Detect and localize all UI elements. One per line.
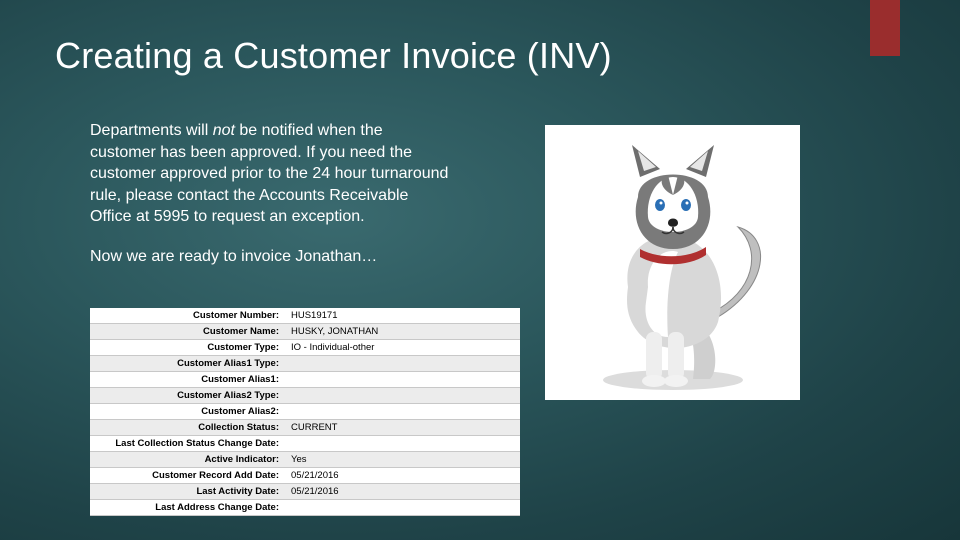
- row-label: Customer Number:: [90, 308, 285, 324]
- row-value: IO - Individual-other: [285, 340, 520, 356]
- customer-info-tbody: Customer Number:HUS19171Customer Name:HU…: [90, 308, 520, 516]
- customer-info-table: Customer Number:HUS19171Customer Name:HU…: [90, 308, 520, 516]
- p1-not: not: [213, 122, 235, 139]
- body-text: Departments will not be notified when th…: [90, 120, 450, 286]
- row-value: [285, 388, 520, 404]
- husky-image: [545, 125, 800, 400]
- row-value: CURRENT: [285, 420, 520, 436]
- husky-illustration: [568, 137, 778, 392]
- table-row: Customer Alias1:: [90, 372, 520, 388]
- table-row: Collection Status:CURRENT: [90, 420, 520, 436]
- table-row: Customer Record Add Date:05/21/2016: [90, 468, 520, 484]
- row-value: HUS19171: [285, 308, 520, 324]
- row-label: Active Indicator:: [90, 452, 285, 468]
- row-label: Customer Type:: [90, 340, 285, 356]
- p1-pre: Departments will: [90, 122, 213, 139]
- table-row: Active Indicator:Yes: [90, 452, 520, 468]
- row-label: Customer Alias2:: [90, 404, 285, 420]
- row-value: 05/21/2016: [285, 468, 520, 484]
- row-label: Last Collection Status Change Date:: [90, 436, 285, 452]
- table-row: Customer Alias2 Type:: [90, 388, 520, 404]
- slide: Creating a Customer Invoice (INV) Depart…: [0, 0, 960, 540]
- row-label: Customer Name:: [90, 324, 285, 340]
- row-value: 05/21/2016: [285, 484, 520, 500]
- row-value: [285, 500, 520, 516]
- table-row: Customer Alias2:: [90, 404, 520, 420]
- row-value: [285, 404, 520, 420]
- row-value: [285, 436, 520, 452]
- table-row: Last Activity Date:05/21/2016: [90, 484, 520, 500]
- paragraph-2: Now we are ready to invoice Jonathan…: [90, 246, 450, 268]
- table-row: Customer Number:HUS19171: [90, 308, 520, 324]
- table-row: Customer Name:HUSKY, JONATHAN: [90, 324, 520, 340]
- accent-bar: [870, 0, 900, 56]
- row-label: Customer Alias1:: [90, 372, 285, 388]
- paragraph-1: Departments will not be notified when th…: [90, 120, 450, 228]
- row-value: [285, 356, 520, 372]
- table-row: Last Collection Status Change Date:: [90, 436, 520, 452]
- table-row: Last Address Change Date:: [90, 500, 520, 516]
- row-label: Last Address Change Date:: [90, 500, 285, 516]
- table-row: Customer Type:IO - Individual-other: [90, 340, 520, 356]
- row-label: Last Activity Date:: [90, 484, 285, 500]
- row-value: HUSKY, JONATHAN: [285, 324, 520, 340]
- row-value: Yes: [285, 452, 520, 468]
- row-value: [285, 372, 520, 388]
- row-label: Customer Alias1 Type:: [90, 356, 285, 372]
- row-label: Customer Record Add Date:: [90, 468, 285, 484]
- slide-title: Creating a Customer Invoice (INV): [55, 35, 850, 77]
- title-wrap: Creating a Customer Invoice (INV): [55, 35, 900, 77]
- table-row: Customer Alias1 Type:: [90, 356, 520, 372]
- row-label: Collection Status:: [90, 420, 285, 436]
- row-label: Customer Alias2 Type:: [90, 388, 285, 404]
